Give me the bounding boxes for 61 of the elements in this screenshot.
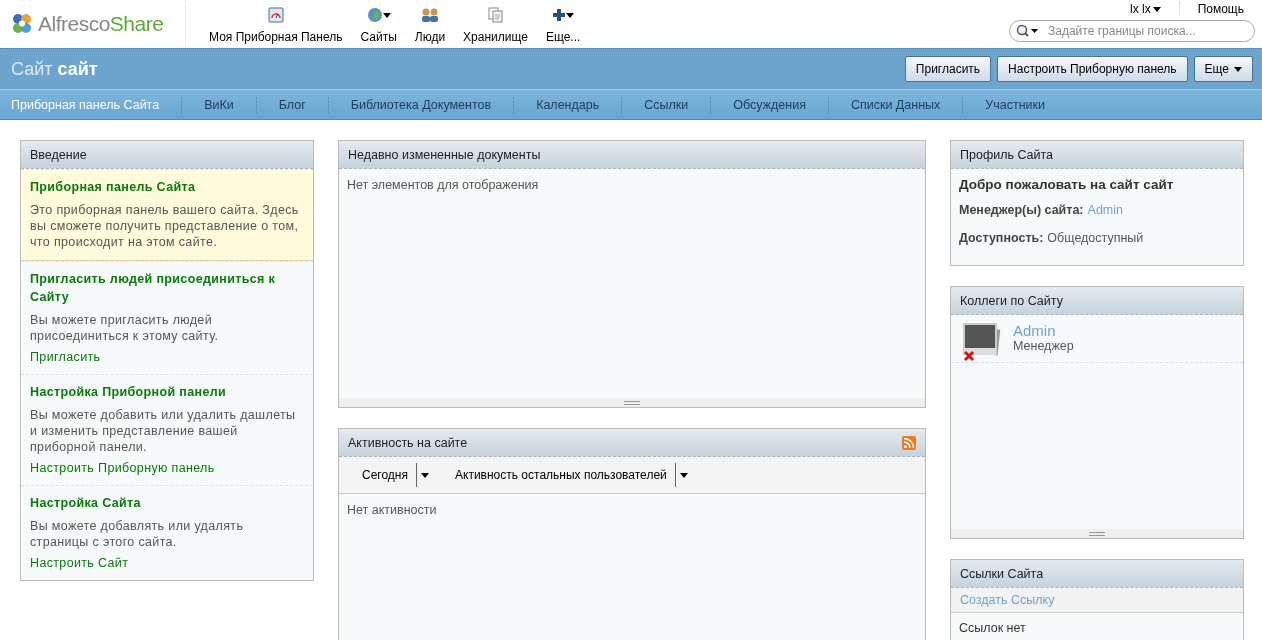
gauge-icon bbox=[267, 7, 284, 23]
intro-link[interactable]: Пригласить bbox=[30, 350, 304, 364]
resize-handle-icon bbox=[1089, 531, 1105, 536]
filter-dropdown[interactable]: Сегодня bbox=[362, 463, 429, 487]
field-label: Доступность: bbox=[959, 231, 1044, 247]
intro-heading: Настройка Сайта bbox=[30, 495, 142, 512]
intro-heading: Приборная панель Сайта bbox=[30, 179, 197, 196]
dashlet-title: Недавно измененные документы bbox=[348, 147, 541, 162]
dashlet-title: Ссылки Сайта bbox=[960, 566, 1044, 581]
intro-heading: Настройка Приборной панели bbox=[30, 384, 228, 401]
logo-text: AlfrescoShare bbox=[38, 12, 164, 36]
toolbar-button[interactable]: Настроить Приборную панель bbox=[997, 56, 1188, 82]
site-nav-tab[interactable]: ВиКи bbox=[181, 96, 256, 113]
intro-text: Вы можете добавить или удалить дашлеты и изменить представление вашей приборной панели. bbox=[30, 407, 297, 455]
dashlet-title: Коллеги по Сайту bbox=[960, 293, 1063, 308]
user-menu[interactable]: lx lx bbox=[1111, 2, 1180, 16]
site-nav-tab[interactable]: Календарь bbox=[513, 96, 622, 113]
site-nav-tab[interactable]: Библиотека Документов bbox=[327, 96, 514, 113]
people-icon bbox=[420, 7, 439, 23]
empty-message: Ссылок нет bbox=[959, 621, 1026, 635]
field-value: Общедоступный bbox=[1047, 231, 1144, 247]
documents-icon bbox=[487, 7, 504, 23]
logo-icon bbox=[10, 12, 34, 36]
filter-dropdown[interactable]: Активность остальных пользователей bbox=[455, 463, 688, 487]
intro-heading: Пригласить людей присоединиться к Сайту bbox=[30, 271, 277, 306]
app-menu-item[interactable]: Хранилище bbox=[454, 4, 537, 44]
intro-link[interactable]: Настроить Сайт bbox=[30, 556, 304, 570]
toolbar-button[interactable]: Еще bbox=[1193, 56, 1253, 82]
globe-icon bbox=[366, 7, 383, 23]
member-role: Менеджер bbox=[1013, 339, 1074, 353]
dashlet-title: Введение bbox=[30, 147, 87, 162]
dashlet-title: Активность на сайте bbox=[348, 435, 468, 450]
field-label: Менеджер(ы) сайта: bbox=[959, 203, 1084, 219]
plus-icon bbox=[552, 8, 567, 22]
site-name: сайт bbox=[57, 58, 98, 80]
dashlet-title: Профиль Сайта bbox=[960, 147, 1054, 162]
intro-text: Вы можете пригласить людей присоединиться к этому сайту. bbox=[30, 312, 220, 344]
app-menu-item[interactable]: Сайты bbox=[351, 4, 406, 44]
site-nav-tab[interactable]: Участники bbox=[962, 96, 1068, 113]
avatar-placeholder-icon bbox=[961, 322, 1003, 364]
caret-icon bbox=[679, 472, 688, 478]
site-nav-tab[interactable]: Обсуждения bbox=[710, 96, 828, 113]
intro-text: Это приборная панель вашего сайта. Здесь вы сможете получить представление о том, что происходит на этом сайте. bbox=[30, 202, 300, 250]
resize-handle-icon bbox=[624, 400, 640, 405]
app-menu-item[interactable]: Еще... bbox=[536, 4, 590, 44]
intro-text: Вы можете добавлять или удалять страницы с этого сайта. bbox=[30, 518, 245, 550]
site-title-prefix: Сайт bbox=[11, 58, 53, 80]
intro-link[interactable]: Настроить Приборную панель bbox=[30, 461, 304, 475]
empty-message: Нет элементов для отображения bbox=[347, 178, 539, 192]
site-nav-tab[interactable]: Списки Данных bbox=[827, 96, 963, 113]
caret-icon bbox=[421, 472, 429, 478]
site-nav-tab[interactable]: Блог bbox=[255, 96, 328, 113]
help-link[interactable]: Помощь bbox=[1179, 2, 1255, 16]
toolbar-button[interactable]: Пригласить bbox=[904, 56, 992, 82]
app-menu-item[interactable]: Моя Приборная Панель bbox=[200, 4, 352, 44]
welcome-text: Добро пожаловать на сайт сайт bbox=[959, 177, 1175, 194]
site-nav-tab[interactable]: Ссылки bbox=[621, 96, 711, 113]
app-menu-item[interactable]: Люди bbox=[405, 4, 455, 44]
rss-icon bbox=[902, 435, 916, 450]
empty-message: Нет активности bbox=[347, 503, 437, 517]
search-icon bbox=[1016, 24, 1040, 38]
